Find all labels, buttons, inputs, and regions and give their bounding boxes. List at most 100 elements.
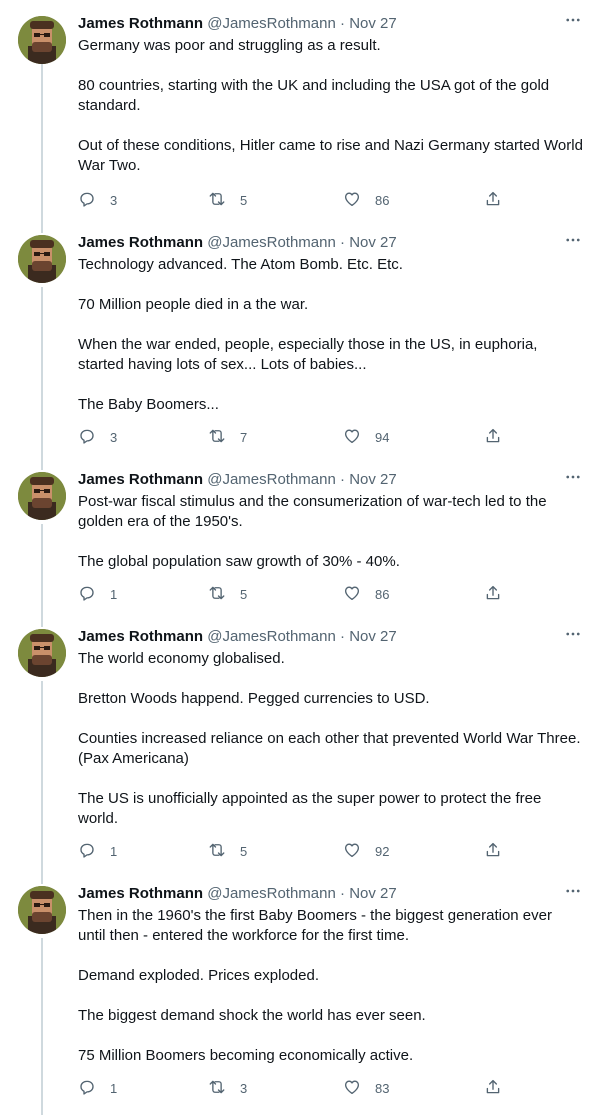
like-button[interactable]: 83	[343, 1078, 389, 1099]
tweet-paragraph: Counties increased reliance on each othe…	[78, 730, 581, 767]
tweet-header: James Rothmann @JamesRothmann · Nov 27	[78, 233, 397, 253]
retweet-icon	[208, 1078, 226, 1099]
avatar[interactable]	[18, 16, 66, 64]
avatar[interactable]	[18, 235, 66, 283]
thread-line	[41, 876, 43, 884]
tweet-date[interactable]: Nov 27	[349, 628, 397, 645]
reply-button[interactable]: 3	[78, 427, 117, 448]
separator-dot: ·	[340, 471, 346, 488]
retweet-button[interactable]: 3	[208, 1078, 247, 1099]
author-name[interactable]: James Rothmann	[78, 471, 203, 488]
reply-button[interactable]: 3	[78, 190, 117, 211]
avatar[interactable]	[18, 472, 66, 520]
like-button[interactable]: 86	[343, 584, 389, 605]
tweet-text: Germany was poor and struggling as a res…	[78, 36, 583, 176]
author-handle[interactable]: @JamesRothmann	[207, 471, 336, 488]
separator-dot: ·	[340, 234, 346, 251]
retweet-button[interactable]: 5	[208, 584, 247, 605]
thread-line	[41, 938, 43, 1115]
thread-line	[41, 681, 43, 876]
reply-count: 3	[110, 193, 118, 208]
tweet[interactable]: James Rothmann @JamesRothmann · Nov 27 T…	[0, 876, 603, 1115]
tweet-actions: 1 5 92	[78, 841, 508, 861]
tweet-date[interactable]: Nov 27	[349, 885, 397, 902]
share-button[interactable]	[484, 841, 502, 862]
tweet-text: Technology advanced. The Atom Bomb. Etc.…	[78, 255, 583, 415]
share-icon	[484, 427, 502, 448]
more-options-button[interactable]	[563, 12, 583, 32]
tweet-actions: 1 3 83	[78, 1078, 508, 1098]
tweet-paragraph: Demand exploded. Prices exploded.	[78, 967, 319, 984]
tweet[interactable]: James Rothmann @JamesRothmann · Nov 27 T…	[0, 619, 603, 876]
author-handle[interactable]: @JamesRothmann	[207, 15, 336, 32]
tweet-date[interactable]: Nov 27	[349, 471, 397, 488]
avatar[interactable]	[18, 886, 66, 934]
author-name[interactable]: James Rothmann	[78, 628, 203, 645]
like-count: 86	[375, 193, 390, 208]
reply-button[interactable]: 1	[78, 584, 117, 605]
reply-icon	[78, 1078, 96, 1099]
retweet-count: 5	[240, 844, 248, 859]
share-button[interactable]	[484, 190, 502, 211]
tweet-paragraph: The world economy globalised.	[78, 650, 285, 667]
reply-count: 3	[110, 430, 118, 445]
tweet-actions: 1 5 86	[78, 584, 508, 604]
tweet-paragraph: The global population saw growth of 30% …	[78, 553, 400, 570]
author-name[interactable]: James Rothmann	[78, 885, 203, 902]
share-icon	[484, 190, 502, 211]
author-handle[interactable]: @JamesRothmann	[207, 234, 336, 251]
retweet-count: 7	[240, 430, 248, 445]
tweet-date[interactable]: Nov 27	[349, 15, 397, 32]
more-options-button[interactable]	[563, 626, 583, 646]
author-handle[interactable]: @JamesRothmann	[207, 885, 336, 902]
heart-icon	[343, 1078, 361, 1099]
share-button[interactable]	[484, 584, 502, 605]
tweet-date[interactable]: Nov 27	[349, 234, 397, 251]
avatar[interactable]	[18, 629, 66, 677]
thread-line	[41, 225, 43, 233]
retweet-count: 5	[240, 193, 248, 208]
author-handle[interactable]: @JamesRothmann	[207, 628, 336, 645]
like-button[interactable]: 94	[343, 427, 389, 448]
retweet-count: 5	[240, 587, 248, 602]
like-button[interactable]: 86	[343, 190, 389, 211]
more-options-button[interactable]	[563, 469, 583, 489]
separator-dot: ·	[340, 885, 346, 902]
like-button[interactable]: 92	[343, 841, 389, 862]
share-button[interactable]	[484, 1078, 502, 1099]
author-name[interactable]: James Rothmann	[78, 234, 203, 251]
author-name[interactable]: James Rothmann	[78, 15, 203, 32]
like-count: 86	[375, 587, 390, 602]
retweet-icon	[208, 427, 226, 448]
thread-line	[41, 462, 43, 470]
share-icon	[484, 1078, 502, 1099]
retweet-button[interactable]: 5	[208, 190, 247, 211]
like-count: 92	[375, 844, 390, 859]
tweet[interactable]: James Rothmann @JamesRothmann · Nov 27 P…	[0, 462, 603, 619]
tweet-paragraph: The Baby Boomers...	[78, 396, 219, 413]
tweet-header: James Rothmann @JamesRothmann · Nov 27	[78, 14, 397, 34]
retweet-button[interactable]: 7	[208, 427, 247, 448]
tweet-paragraph: 75 Million Boomers becoming economically…	[78, 1047, 414, 1064]
reply-count: 1	[110, 587, 118, 602]
reply-button[interactable]: 1	[78, 1078, 117, 1099]
tweet-header: James Rothmann @JamesRothmann · Nov 27	[78, 884, 397, 904]
more-options-button[interactable]	[563, 232, 583, 252]
reply-count: 1	[110, 1081, 118, 1096]
tweet-paragraph: Bretton Woods happend. Pegged currencies…	[78, 690, 430, 707]
share-button[interactable]	[484, 427, 502, 448]
tweet-text: The world economy globalised. Bretton Wo…	[78, 649, 583, 829]
tweet-paragraph: 70 Million people died in a the war.	[78, 296, 309, 313]
thread-line	[41, 619, 43, 627]
retweet-icon	[208, 190, 226, 211]
reply-button[interactable]: 1	[78, 841, 117, 862]
reply-icon	[78, 841, 96, 862]
more-horizontal-icon	[564, 231, 582, 254]
retweet-button[interactable]: 5	[208, 841, 247, 862]
tweet[interactable]: James Rothmann @JamesRothmann · Nov 27 T…	[0, 225, 603, 462]
heart-icon	[343, 584, 361, 605]
tweet-actions: 3 5 86	[78, 190, 508, 210]
more-options-button[interactable]	[563, 883, 583, 903]
tweet-paragraph: The US is unofficially appointed as the …	[78, 790, 542, 827]
tweet[interactable]: James Rothmann @JamesRothmann · Nov 27 G…	[0, 0, 603, 225]
